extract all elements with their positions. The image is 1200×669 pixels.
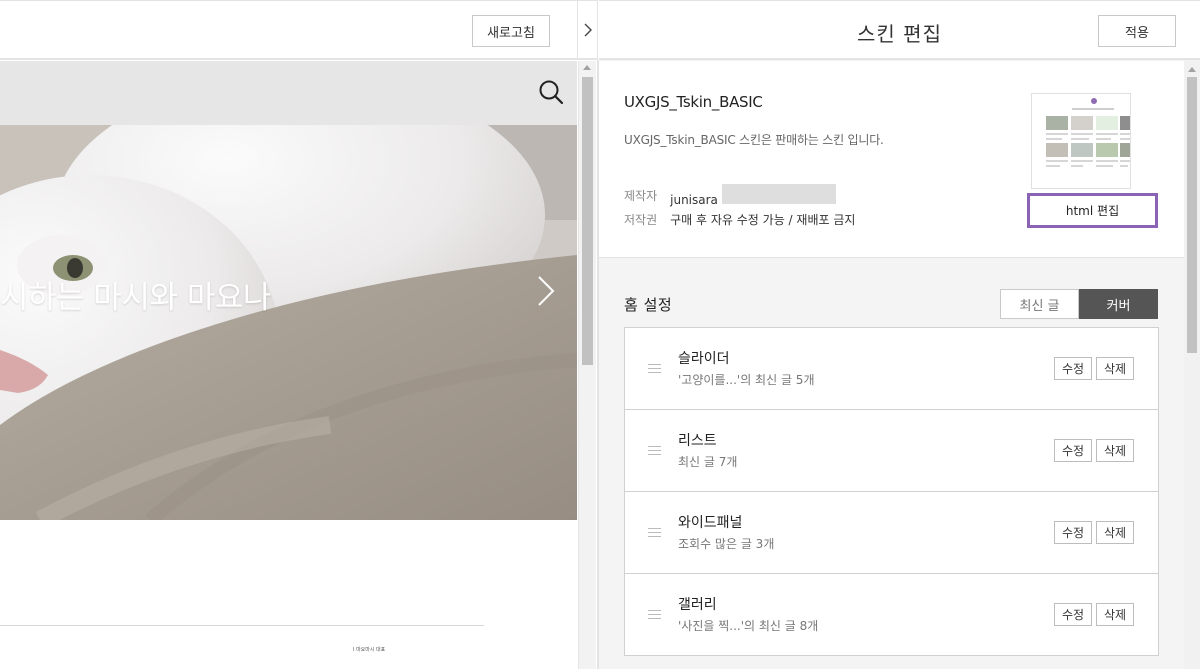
skin-description: UXGJS_Tskin_BASIC 스킨은 판매하는 스킨 입니다. <box>624 133 884 147</box>
edit-button[interactable]: 수정 <box>1054 357 1092 380</box>
cat-photo <box>0 125 577 520</box>
item-subtitle: 최신 글 7개 <box>678 455 738 469</box>
item-title: 갤러리 <box>678 597 717 613</box>
chevron-right-icon[interactable] <box>534 274 558 308</box>
scroll-up-arrow-icon[interactable] <box>1188 67 1196 72</box>
author-name: junisara <box>670 193 718 207</box>
cover-item-list: 슬라이더 '고양이를...'의 최신 글 5개 수정 삭제 리스트 최신 글 7… <box>624 327 1159 656</box>
edit-button[interactable]: 수정 <box>1054 521 1092 544</box>
drag-handle-icon[interactable] <box>648 446 661 455</box>
list-item[interactable]: 갤러리 '사진을 찍...'의 최신 글 8개 수정 삭제 <box>624 573 1159 656</box>
search-icon[interactable] <box>538 79 564 105</box>
copyright-row: 저작권 구매 후 자유 수정 가능 / 재배포 금지 <box>624 211 855 228</box>
scrollbar-thumb[interactable] <box>1187 77 1197 353</box>
item-subtitle: 조회수 많은 글 3개 <box>678 537 775 551</box>
thumbnail-column <box>1046 116 1068 170</box>
drag-handle-icon[interactable] <box>648 528 661 537</box>
apply-button[interactable]: 적용 <box>1098 15 1176 47</box>
thumbnail-nav <box>1072 108 1114 110</box>
thumbnail-column <box>1096 116 1118 170</box>
author-row: 제작자 junisara <box>624 184 836 207</box>
collapse-panel-button[interactable] <box>577 0 598 60</box>
thumbnail-logo <box>1091 98 1097 104</box>
thumbnail-column <box>1071 116 1093 170</box>
tab-latest-posts[interactable]: 최신 글 <box>1000 289 1079 319</box>
drag-handle-icon[interactable] <box>648 364 661 373</box>
delete-button[interactable]: 삭제 <box>1096 439 1134 462</box>
item-title: 리스트 <box>678 433 717 449</box>
copyright-label: 저작권 <box>624 213 658 227</box>
drag-handle-icon[interactable] <box>648 610 661 619</box>
footer-tiny-text: Ι 마요마시 대표 <box>353 647 386 653</box>
preview-toolbar: 새로고침 <box>0 0 577 60</box>
editor-header: 스킨 편집 적용 <box>599 0 1200 60</box>
list-item[interactable]: 슬라이더 '고양이를...'의 최신 글 5개 수정 삭제 <box>624 327 1159 410</box>
skin-thumbnail <box>1031 93 1131 189</box>
content-divider <box>0 625 484 626</box>
author-label: 제작자 <box>624 189 658 203</box>
home-settings-title: 홈 설정 <box>624 296 673 314</box>
preview-site-header <box>0 61 577 125</box>
refresh-button[interactable]: 새로고침 <box>472 15 550 47</box>
item-subtitle: '고양이를...'의 최신 글 5개 <box>678 373 815 387</box>
tab-cover[interactable]: 커버 <box>1079 289 1158 319</box>
list-item[interactable]: 와이드패널 조회수 많은 글 3개 수정 삭제 <box>624 491 1159 574</box>
redacted-block <box>721 184 836 204</box>
editor-scrollbar[interactable] <box>1184 61 1200 669</box>
delete-button[interactable]: 삭제 <box>1096 521 1134 544</box>
scroll-up-arrow-icon[interactable] <box>583 65 591 70</box>
skin-name: UXGJS_Tskin_BASIC <box>624 93 763 111</box>
preview-scrollbar[interactable] <box>578 61 596 669</box>
skin-info-card: UXGJS_Tskin_BASIC UXGJS_Tskin_BASIC 스킨은 … <box>599 61 1184 258</box>
home-type-tabs: 최신 글 커버 <box>1000 289 1158 319</box>
preview-pane: 새로고침 시하는 마시와 마요나 Ι 마요마시 대표 <box>0 0 577 669</box>
skin-editor-pane: 스킨 편집 적용 UXGJS_Tskin_BASIC UXGJS_Tskin_B… <box>599 0 1200 669</box>
edit-button[interactable]: 수정 <box>1054 603 1092 626</box>
item-subtitle: '사진을 찍...'의 최신 글 8개 <box>678 619 819 633</box>
thumbnail-column <box>1120 116 1130 170</box>
html-edit-button[interactable]: html 편집 <box>1027 193 1158 228</box>
app-root: 새로고침 시하는 마시와 마요나 Ι 마요마시 대표 스킨 편집 적용 UXGJ… <box>0 0 1200 669</box>
edit-button[interactable]: 수정 <box>1054 439 1092 462</box>
delete-button[interactable]: 삭제 <box>1096 357 1134 380</box>
author-value: junisara <box>670 184 836 207</box>
hero-slider-image[interactable] <box>0 125 577 520</box>
scrollbar-thumb[interactable] <box>582 77 593 365</box>
delete-button[interactable]: 삭제 <box>1096 603 1134 626</box>
list-item[interactable]: 리스트 최신 글 7개 수정 삭제 <box>624 409 1159 492</box>
item-title: 슬라이더 <box>678 351 730 367</box>
chevron-right-icon <box>584 23 592 36</box>
hero-title: 시하는 마시와 마요나 <box>0 280 271 316</box>
item-title: 와이드패널 <box>678 515 743 531</box>
copyright-value: 구매 후 자유 수정 가능 / 재배포 금지 <box>670 213 856 227</box>
